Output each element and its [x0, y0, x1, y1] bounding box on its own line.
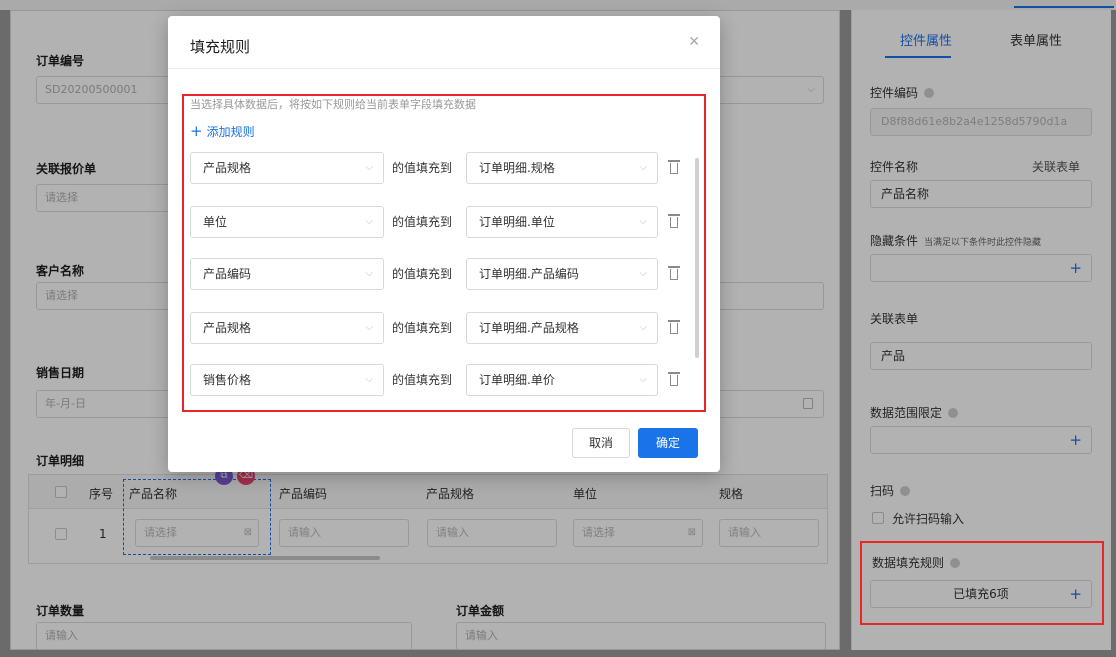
fill-rule-highlight [860, 541, 1104, 625]
confirm-button[interactable]: 确定 [638, 428, 698, 458]
dialog-title: 填充规则 [190, 38, 251, 56]
close-icon[interactable]: ✕ [688, 34, 700, 50]
dialog-divider [168, 68, 720, 69]
rules-highlight [182, 94, 706, 412]
cancel-button[interactable]: 取消 [572, 428, 630, 458]
